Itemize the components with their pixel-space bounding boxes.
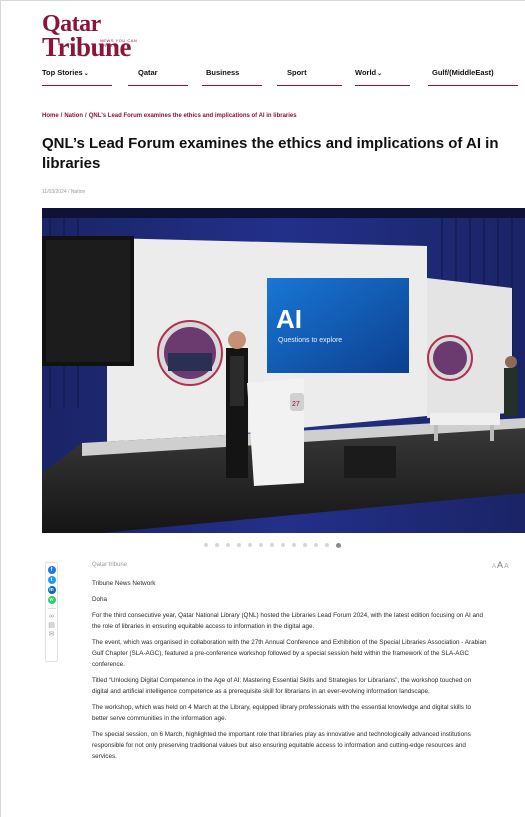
article-paragraph: Titled “Unlocking Digital Competence in … <box>92 677 472 695</box>
breadcrumb: Home / Nation / QNL's Lead Forum examines th… <box>42 113 297 119</box>
site-logo[interactable]: Qatar Tribune NEWS YOU CAN TRUST <box>42 12 152 61</box>
hero-podium-badge: 27 <box>292 401 300 408</box>
carousel-dot[interactable] <box>281 543 285 547</box>
article-byline: Qatar tribune <box>92 562 128 568</box>
nav-item-label: Business <box>206 68 240 77</box>
share-bar: f t in w ∞ ▤ ✉ <box>45 562 58 662</box>
hero-photo-illustration: AI Questions to explore 27 <box>42 208 525 533</box>
main-nav: Top Stories⌄ Qatar Business Sport World⌄… <box>42 68 525 90</box>
breadcrumb-current: QNL's Lead Forum examines the ethics and… <box>88 113 297 119</box>
nav-item-business[interactable]: Business <box>202 68 262 88</box>
carousel-dot[interactable] <box>303 543 307 547</box>
print-icon[interactable]: ▤ <box>48 622 56 629</box>
breadcrumb-home[interactable]: Home <box>42 113 59 119</box>
carousel-dot[interactable] <box>259 543 263 547</box>
nav-underline <box>42 85 112 86</box>
carousel-dot[interactable] <box>226 543 230 547</box>
nav-underline <box>202 85 262 86</box>
font-size-large-button[interactable]: A <box>504 563 509 570</box>
breadcrumb-separator: / <box>60 113 63 119</box>
carousel-dots <box>204 541 341 549</box>
nav-item-label: Top Stories <box>42 68 83 77</box>
email-icon[interactable]: ✉ <box>48 631 56 638</box>
carousel-dot[interactable] <box>237 543 241 547</box>
logo-tagline: NEWS YOU CAN TRUST <box>100 38 138 48</box>
nav-item-world[interactable]: World⌄ <box>355 68 410 88</box>
article-body: Tribune News Network Doha For the third … <box>92 578 487 767</box>
chevron-down-icon: ⌄ <box>377 71 383 77</box>
article-meta: 11/03/2024 / Nation <box>42 189 86 195</box>
article-paragraph: The event, which was organised in collab… <box>92 639 487 668</box>
nav-underline <box>428 85 518 86</box>
whatsapp-icon[interactable]: w <box>47 596 56 604</box>
font-size-controls: AAA <box>492 560 510 570</box>
nav-item-label: Gulf/(MiddleEast) <box>432 68 494 77</box>
carousel-dot[interactable] <box>314 543 318 547</box>
chevron-down-icon: ⌄ <box>83 71 89 77</box>
link-icon[interactable]: ∞ <box>48 613 56 620</box>
font-size-small-button[interactable]: A <box>492 564 496 570</box>
hero-screen-title: AI <box>276 304 302 334</box>
font-size-medium-button[interactable]: A <box>497 560 503 570</box>
nav-item-top-stories[interactable]: Top Stories⌄ <box>42 68 112 88</box>
article-source: Tribune News Network <box>92 580 156 587</box>
article-paragraph: The special session, on 6 March, highlig… <box>92 731 471 760</box>
carousel-dot[interactable] <box>270 543 274 547</box>
hero-screen-subtitle: Questions to explore <box>278 337 342 344</box>
nav-item-gulf[interactable]: Gulf/(MiddleEast) <box>428 68 518 88</box>
nav-item-label: Sport <box>287 68 307 77</box>
nav-item-qatar[interactable]: Qatar <box>128 68 188 88</box>
carousel-dot[interactable] <box>215 543 219 547</box>
nav-item-label: Qatar <box>138 68 158 77</box>
nav-underline <box>355 85 410 86</box>
hero-image[interactable]: AI Questions to explore 27 <box>42 208 525 533</box>
carousel-dot[interactable] <box>336 542 341 548</box>
article-headline: QNL’s Lead Forum examines the ethics and… <box>42 135 499 172</box>
breadcrumb-section[interactable]: Nation <box>64 113 83 119</box>
nav-item-label: World <box>355 68 377 77</box>
article-dateline: Doha <box>92 596 108 603</box>
breadcrumb-separator: / <box>85 113 87 119</box>
nav-item-sport[interactable]: Sport <box>277 68 342 88</box>
article-paragraph: The workshop, which was held on 4 March … <box>92 704 471 722</box>
carousel-dot[interactable] <box>325 543 329 547</box>
carousel-dot[interactable] <box>204 543 208 547</box>
nav-underline <box>128 85 188 86</box>
facebook-icon[interactable]: f <box>47 566 56 574</box>
share-divider <box>47 608 56 609</box>
carousel-dot[interactable] <box>248 543 252 547</box>
twitter-icon[interactable]: t <box>47 576 56 584</box>
article-paragraph: For the third consecutive year, Qatar Na… <box>92 612 483 630</box>
carousel-dot[interactable] <box>292 543 296 547</box>
nav-underline <box>277 85 342 86</box>
linkedin-icon[interactable]: in <box>47 586 56 594</box>
